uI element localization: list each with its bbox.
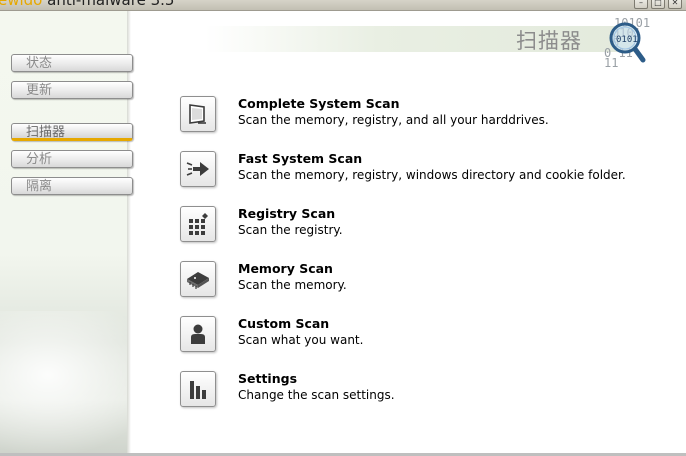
scan-description: Scan what you want. [238, 333, 364, 347]
sidebar-decoration [0, 311, 127, 453]
window-title: ewido anti-malware 3.5 [0, 0, 174, 9]
window-titlebar: ewido anti-malware 3.5 – □ ✕ [0, 0, 686, 11]
scan-title[interactable]: Memory Scan [238, 261, 333, 276]
sidebar-divider [127, 11, 131, 453]
scan-description: Scan the memory, registry, and all your … [238, 113, 549, 127]
scan-item-fast[interactable]: Fast System Scan Scan the memory, regist… [180, 151, 660, 191]
scan-title[interactable]: Fast System Scan [238, 151, 362, 166]
window-title-name: anti-malware 3.5 [47, 0, 175, 9]
bar-chart-icon[interactable] [180, 371, 216, 407]
window-title-brand: ewido [0, 0, 43, 9]
sidebar-item-quarantine[interactable]: 隔离 [11, 177, 133, 195]
scan-item-complete[interactable]: Complete System Scan Scan the memory, re… [180, 96, 660, 136]
close-button[interactable]: ✕ [668, 0, 682, 9]
scan-title[interactable]: Custom Scan [238, 316, 329, 331]
svg-text:0101: 0101 [616, 35, 638, 45]
sidebar-item-analysis[interactable]: 分析 [11, 150, 133, 168]
window-controls: – □ ✕ [634, 0, 682, 9]
sidebar [0, 11, 129, 453]
scan-item-registry[interactable]: Registry Scan Scan the registry. [180, 206, 660, 246]
scan-title[interactable]: Complete System Scan [238, 96, 399, 111]
scan-item-settings[interactable]: Settings Change the scan settings. [180, 371, 660, 411]
sidebar-item-status[interactable]: 状态 [11, 54, 133, 72]
scan-item-memory[interactable]: Memory Scan Scan the memory. [180, 261, 660, 301]
sidebar-item-scanner[interactable]: 扫描器 [11, 123, 133, 141]
scan-description: Scan the registry. [238, 223, 343, 237]
memory-chip-icon[interactable] [180, 261, 216, 297]
scan-description: Scan the memory. [238, 278, 347, 292]
page-title: 扫描器 [516, 29, 582, 53]
scan-title[interactable]: Settings [238, 371, 297, 386]
scan-item-custom[interactable]: Custom Scan Scan what you want. [180, 316, 660, 356]
monitor-icon[interactable] [180, 96, 216, 132]
scan-description: Scan the memory, registry, windows direc… [238, 168, 626, 182]
minimize-button[interactable]: – [634, 0, 648, 9]
fast-arrow-icon[interactable] [180, 151, 216, 187]
sidebar-item-update[interactable]: 更新 [11, 81, 133, 99]
registry-grid-icon[interactable] [180, 206, 216, 242]
user-icon[interactable] [180, 316, 216, 352]
maximize-button[interactable]: □ [651, 0, 665, 9]
scan-description: Change the scan settings. [238, 388, 395, 402]
magnifier-icon: 0101 [609, 22, 646, 63]
scan-title[interactable]: Registry Scan [238, 206, 335, 221]
